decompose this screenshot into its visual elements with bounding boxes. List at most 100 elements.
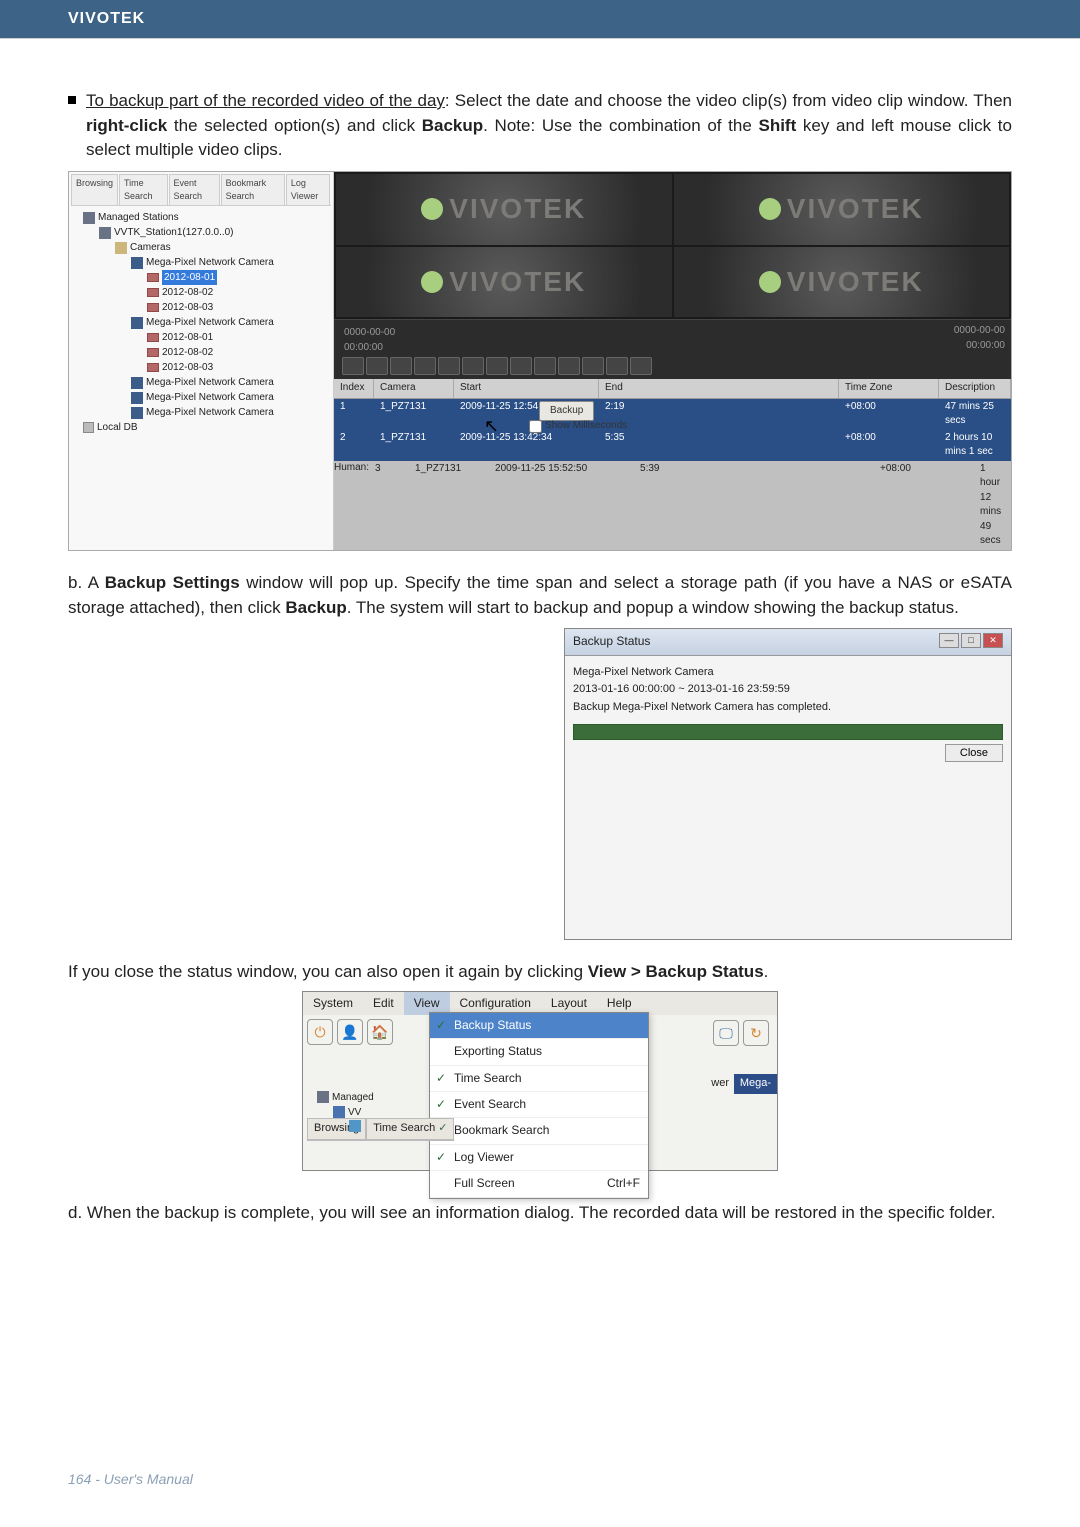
- window-title: Backup Status: [573, 633, 650, 650]
- prev-next-icon[interactable]: [390, 357, 412, 375]
- backup-status-window: Backup Status — □ ✕ Mega-Pixel Network C…: [564, 628, 1012, 940]
- tab-time-search[interactable]: Time Search: [119, 174, 168, 205]
- speed-up-icon[interactable]: [366, 357, 388, 375]
- panel-tabs: Browsing Time Search Event Search Bookma…: [71, 174, 331, 206]
- check-icon: ✓: [438, 1122, 447, 1134]
- child-icon: [349, 1120, 361, 1132]
- bs-message: Backup Mega-Pixel Network Camera has com…: [573, 699, 1003, 717]
- forward-icon[interactable]: [630, 357, 652, 375]
- dd-event-search[interactable]: ✓Event Search: [430, 1092, 648, 1118]
- progress-bar: [573, 724, 1003, 740]
- station-icon: [99, 227, 111, 239]
- play-icon[interactable]: [486, 357, 508, 375]
- monitor-icon[interactable]: 🖵: [713, 1020, 739, 1046]
- minimize-icon[interactable]: —: [939, 633, 959, 648]
- bullet-icon: [68, 96, 76, 104]
- tab-log-viewer[interactable]: Log Viewer: [286, 174, 330, 205]
- tab-bookmark-search[interactable]: Bookmark Search: [221, 174, 285, 205]
- repeat-icon[interactable]: [582, 357, 604, 375]
- video-cell-3[interactable]: VIVOTEK: [336, 247, 672, 318]
- close-icon[interactable]: ✕: [983, 633, 1003, 648]
- tab-event-search[interactable]: Event Search: [169, 174, 220, 205]
- table-row[interactable]: 1 1_PZ7131 2009-11-25 12:54:54 2:19 +08:…: [334, 399, 1011, 430]
- tree-date-b2[interactable]: 2012-08-02: [75, 345, 327, 360]
- small-tab-time-search[interactable]: Time Search ✓: [366, 1118, 454, 1140]
- camera-icon: [131, 377, 143, 389]
- toolbar-left: ⏻ 👤 🏠: [307, 1019, 393, 1045]
- video-cell-4[interactable]: VIVOTEK: [674, 247, 1010, 318]
- table-header: Index Camera Start End Time Zone Descrip…: [334, 379, 1011, 399]
- folder-icon: [115, 242, 127, 254]
- paragraph-b: b. A Backup Settings window will pop up.…: [68, 571, 1012, 620]
- close-button[interactable]: Close: [945, 744, 1003, 762]
- table-rows: 1 1_PZ7131 2009-11-25 12:54:54 2:19 +08:…: [334, 399, 1011, 550]
- content-area: To backup part of the recorded video of …: [0, 39, 1080, 1245]
- backup-status-screenshot: Backup Status — □ ✕ Mega-Pixel Network C…: [68, 628, 1012, 940]
- rewind-icon[interactable]: [606, 357, 628, 375]
- tree-camera-5[interactable]: Mega-Pixel Network Camera: [75, 405, 327, 420]
- speed-down-icon[interactable]: [342, 357, 364, 375]
- col-end: End: [599, 379, 839, 398]
- window-titlebar[interactable]: Backup Status — □ ✕: [565, 629, 1011, 655]
- col-tz: Time Zone: [839, 379, 939, 398]
- dd-time-search[interactable]: ✓Time Search: [430, 1066, 648, 1092]
- video-cell-1[interactable]: VIVOTEK: [336, 174, 672, 245]
- skip-back-icon[interactable]: [414, 357, 436, 375]
- tree-vv[interactable]: VV: [317, 1105, 374, 1120]
- menu-screenshot: System Edit View Configuration Layout He…: [302, 991, 778, 1171]
- tree-camera-1[interactable]: Mega-Pixel Network Camera: [75, 255, 327, 270]
- skip-forward-icon[interactable]: [558, 357, 580, 375]
- menu-edit[interactable]: Edit: [363, 992, 404, 1015]
- tree-date-selected[interactable]: 2012-08-01: [75, 270, 327, 285]
- tree-date-b3[interactable]: 2012-08-03: [75, 360, 327, 375]
- page-footer: 164 - User's Manual: [68, 1471, 193, 1487]
- dd-full-screen[interactable]: Full ScreenCtrl+F: [430, 1171, 648, 1197]
- home-icon[interactable]: 🏠: [367, 1019, 393, 1045]
- video-cell-2[interactable]: VIVOTEK: [674, 174, 1010, 245]
- paragraph-c: If you close the status window, you can …: [68, 960, 1012, 985]
- tree-camera-2[interactable]: Mega-Pixel Network Camera: [75, 315, 327, 330]
- table-row[interactable]: Human: 3 1_PZ7131 2009-11-25 15:52:50 5:…: [334, 461, 1011, 550]
- dd-log-viewer[interactable]: ✓Log Viewer: [430, 1145, 648, 1171]
- window-controls: — □ ✕: [939, 633, 1003, 650]
- login-icon[interactable]: 👤: [337, 1019, 363, 1045]
- tree-camera-3[interactable]: Mega-Pixel Network Camera: [75, 375, 327, 390]
- col-start: Start: [454, 379, 599, 398]
- tree-panel: Browsing Time Search Event Search Bookma…: [69, 172, 334, 550]
- power-icon[interactable]: ⏻: [307, 1019, 333, 1045]
- tree-root[interactable]: Managed Stations: [75, 210, 327, 225]
- tree-station[interactable]: VVTK_Station1(127.0.0..0): [75, 225, 327, 240]
- tab-browsing[interactable]: Browsing: [71, 174, 118, 205]
- maximize-icon[interactable]: □: [961, 633, 981, 648]
- refresh-icon[interactable]: ↻: [743, 1020, 769, 1046]
- intro-text: To backup part of the recorded video of …: [86, 89, 1012, 163]
- skip-start-icon[interactable]: [438, 357, 460, 375]
- server-icon: [317, 1091, 329, 1103]
- stop-icon[interactable]: [510, 357, 532, 375]
- dd-bookmark-search[interactable]: ✓Bookmark Search: [430, 1118, 648, 1144]
- tree-child[interactable]: [317, 1120, 374, 1132]
- dd-exporting-status[interactable]: Exporting Status: [430, 1039, 648, 1065]
- check-icon: ✓: [436, 1017, 446, 1034]
- tree-date-b1[interactable]: 2012-08-01: [75, 330, 327, 345]
- server-icon: [83, 212, 95, 224]
- tree-cameras[interactable]: Cameras: [75, 240, 327, 255]
- date-icon: [147, 363, 159, 372]
- tree-date-3[interactable]: 2012-08-03: [75, 300, 327, 315]
- bs-camera: Mega-Pixel Network Camera: [573, 664, 1003, 682]
- show-ms-checkbox[interactable]: Show Milliseconds: [529, 419, 627, 434]
- tree-managed[interactable]: Managed: [317, 1090, 374, 1105]
- timeline-bar[interactable]: 0000-00-00 00:00:00 0000-00-00 00:00:00: [334, 319, 1011, 379]
- cursor-icon: ↖: [484, 413, 499, 439]
- tree-camera-4[interactable]: Mega-Pixel Network Camera: [75, 390, 327, 405]
- date-icon: [147, 288, 159, 297]
- table-row[interactable]: 2 1_PZ7131 2009-11-25 13:42:34 5:35 +08:…: [334, 430, 1011, 461]
- skip-end-icon[interactable]: [534, 357, 556, 375]
- menu-system[interactable]: System: [303, 992, 363, 1015]
- col-camera: Camera: [374, 379, 454, 398]
- vivotek-placeholder-icon: VIVOTEK: [759, 189, 924, 230]
- pause-icon[interactable]: [462, 357, 484, 375]
- dd-backup-status[interactable]: ✓Backup Status: [430, 1013, 648, 1039]
- tree-local-db[interactable]: Local DB: [75, 420, 327, 435]
- tree-date-2[interactable]: 2012-08-02: [75, 285, 327, 300]
